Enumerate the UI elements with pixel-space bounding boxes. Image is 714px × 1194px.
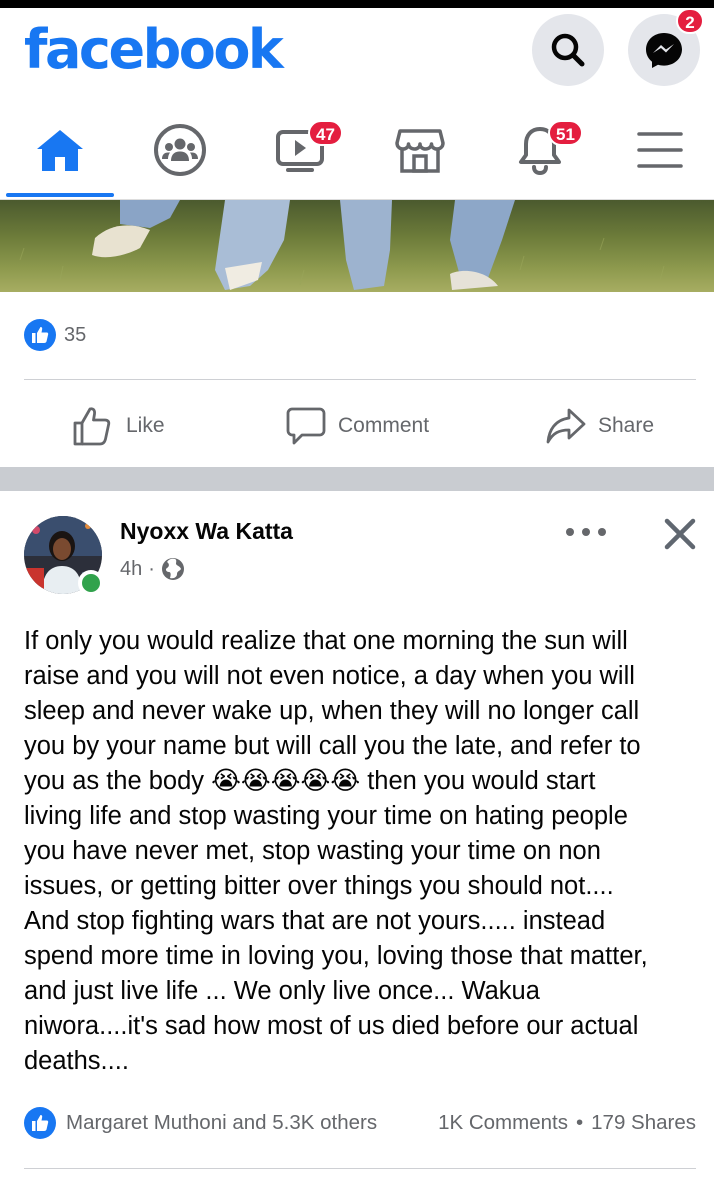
- like-button[interactable]: Like: [72, 394, 165, 458]
- more-icon-dot: [598, 528, 606, 536]
- tab-home[interactable]: [4, 100, 116, 200]
- reaction-count: 35: [64, 323, 87, 346]
- divider: [24, 1168, 696, 1169]
- more-icon-dot: [566, 528, 574, 536]
- share-button[interactable]: Share: [546, 394, 654, 458]
- post-actions: Like Comment Share: [0, 394, 714, 458]
- tab-menu[interactable]: [604, 100, 714, 200]
- main-nav: 47 51: [0, 100, 714, 200]
- reaction-names[interactable]: Margaret Muthoni and 5.3K others: [66, 1111, 377, 1135]
- home-icon: [37, 130, 83, 171]
- post-photo[interactable]: [0, 200, 714, 292]
- notifications-badge: 51: [548, 120, 583, 146]
- share-label: Share: [598, 414, 655, 437]
- facebook-logo: facebook: [24, 18, 284, 81]
- post-text: If only you would realize that one morni…: [24, 624, 700, 1079]
- comment-icon: [286, 407, 326, 445]
- messenger-badge: 2: [676, 8, 704, 34]
- like-reaction-icon: [24, 319, 56, 351]
- messenger-icon: [646, 33, 682, 68]
- status-bar: [0, 0, 714, 8]
- post-stats: 1K Comments • 179 Shares: [438, 1111, 696, 1135]
- comment-count[interactable]: 1K Comments: [438, 1111, 568, 1135]
- close-icon: [664, 518, 696, 550]
- like-label: Like: [126, 414, 165, 437]
- search-button[interactable]: [532, 14, 604, 86]
- comment-button[interactable]: Comment: [286, 394, 429, 458]
- crying-emojis: 😭😭😭😭😭: [211, 767, 361, 795]
- post-author[interactable]: Nyoxx Wa Katta: [120, 518, 293, 545]
- post-time[interactable]: 4h: [120, 558, 142, 581]
- post-text-part-2: then you would start living life and sto…: [24, 767, 648, 1075]
- online-status-indicator: [78, 570, 104, 596]
- comment-label: Comment: [338, 414, 430, 437]
- post-separator: [0, 467, 714, 491]
- like-icon: [73, 407, 111, 446]
- share-count[interactable]: 179 Shares: [591, 1111, 696, 1135]
- active-tab-indicator: [6, 193, 114, 197]
- hide-post-button[interactable]: [660, 514, 700, 554]
- tab-notifications[interactable]: 51: [484, 100, 596, 200]
- reactions-summary-post2: Margaret Muthoni and 5.3K others 1K Comm…: [24, 1106, 696, 1140]
- post-meta: 4h ·: [120, 556, 185, 582]
- divider: [24, 379, 696, 380]
- photo-content: [19, 200, 665, 290]
- tab-watch[interactable]: 47: [244, 100, 356, 200]
- stats-separator: •: [575, 1111, 584, 1134]
- marketplace-icon: [395, 129, 445, 173]
- more-icon-dot: [582, 528, 590, 536]
- like-reaction-icon: [24, 1107, 56, 1139]
- menu-icon: [637, 132, 683, 168]
- app-header: facebook 2: [0, 8, 714, 92]
- tab-groups[interactable]: [124, 100, 236, 200]
- search-icon: [551, 33, 585, 67]
- meta-separator: ·: [148, 557, 155, 580]
- watch-badge: 47: [308, 120, 343, 146]
- tab-marketplace[interactable]: [364, 100, 476, 200]
- reactions-summary[interactable]: 35: [24, 318, 86, 352]
- share-icon: [546, 408, 586, 444]
- more-options-button[interactable]: [566, 520, 606, 544]
- groups-icon: [154, 124, 206, 176]
- globe-icon: [161, 558, 184, 580]
- messenger-button[interactable]: 2: [628, 8, 704, 86]
